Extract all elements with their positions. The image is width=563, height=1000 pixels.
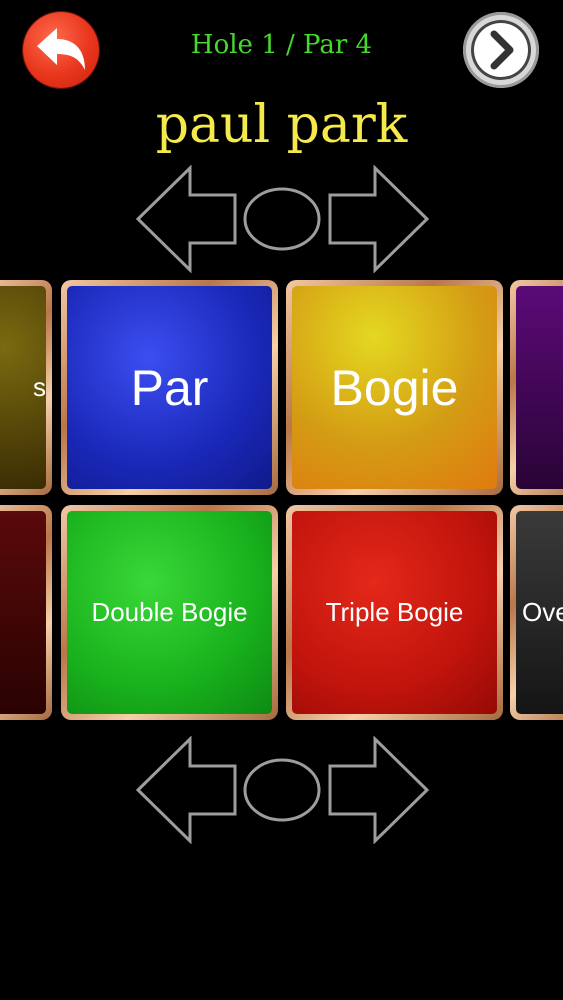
tile-label: Double Bogie xyxy=(67,511,272,714)
tile-label: s xyxy=(0,286,46,489)
tile-label xyxy=(516,286,563,489)
tile-label: Triple Bogie xyxy=(292,511,497,714)
hole-par-label: Hole 1 / Par 4 xyxy=(190,30,373,60)
top-left-arrow-icon[interactable] xyxy=(135,165,237,273)
tile-label: Ove xyxy=(516,511,563,714)
tile-label: Bogie xyxy=(292,286,497,489)
player-name: paul park xyxy=(155,95,408,155)
bottom-right-arrow-icon[interactable] xyxy=(328,736,430,844)
score-tile-bogie[interactable]: Bogie xyxy=(286,280,503,495)
score-tile-triple-bogie[interactable]: Triple Bogie xyxy=(286,505,503,720)
top-nav-controls xyxy=(135,165,430,273)
bottom-nav-controls xyxy=(135,736,430,844)
score-tile-partial-right-2[interactable]: Ove xyxy=(510,505,563,720)
tile-label xyxy=(0,511,46,714)
score-tile-partial-left-2[interactable] xyxy=(0,505,52,720)
next-button[interactable] xyxy=(463,12,539,88)
score-tile-partial-left[interactable]: s xyxy=(0,280,52,495)
top-center-circle-icon[interactable] xyxy=(243,187,321,251)
score-tile-partial-right[interactable] xyxy=(510,280,563,495)
chevron-right-icon xyxy=(490,30,514,70)
score-tile-par[interactable]: Par xyxy=(61,280,278,495)
tile-label: Par xyxy=(67,286,272,489)
back-arrow-icon xyxy=(37,28,85,70)
score-tile-double-bogie[interactable]: Double Bogie xyxy=(61,505,278,720)
back-button[interactable] xyxy=(23,12,99,88)
bottom-center-circle-icon[interactable] xyxy=(243,758,321,822)
bottom-left-arrow-icon[interactable] xyxy=(135,736,237,844)
top-right-arrow-icon[interactable] xyxy=(328,165,430,273)
